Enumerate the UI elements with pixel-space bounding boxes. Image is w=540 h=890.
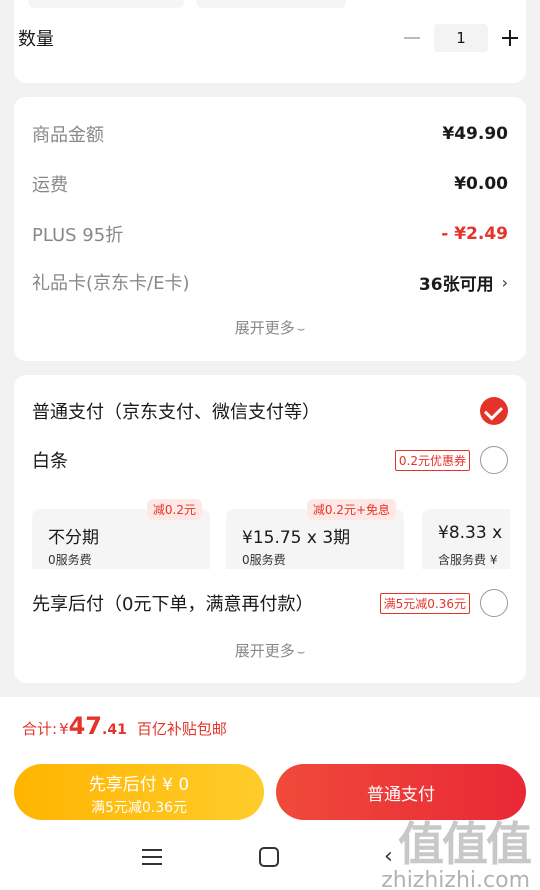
expand-more-label: 展开更多: [234, 319, 295, 337]
summary-row: PLUS 95折 - ¥2.49: [32, 221, 508, 247]
total-line: 合计: ¥ 47 .41 百亿补贴包邮: [22, 712, 227, 740]
plus-icon[interactable]: [498, 26, 522, 50]
payment-later-row[interactable]: 先享后付（0元下单，满意再付款） 满5元减0.36元: [32, 589, 508, 617]
normal-pay-label: 普通支付: [367, 784, 435, 805]
plan-tag: 减0.2元: [146, 499, 202, 520]
gift-card-label: 礼品卡(京东卡/E卡): [32, 273, 190, 294]
total-integer: 47: [68, 712, 103, 740]
minus-icon[interactable]: [400, 26, 424, 50]
payment-baitiao-row[interactable]: 白条 0.2元优惠券: [32, 446, 508, 474]
option-chip-stub: [196, 0, 346, 8]
coupon-badge: 满5元减0.36元: [379, 592, 470, 614]
payment-card: 普通支付（京东支付、微信支付等） 白条 0.2元优惠券 减0.2元 不分期 0服…: [14, 375, 526, 683]
pay-later-promo: 满5元减0.36元: [90, 800, 188, 816]
total-label: 合计:: [22, 720, 58, 738]
installment-plan[interactable]: 减0.2元 不分期 0服务费: [32, 499, 210, 569]
currency-symbol: ¥: [59, 720, 69, 738]
subsidy-text: 百亿补贴包邮: [136, 720, 227, 738]
option-chip-stub: [28, 0, 184, 8]
quantity-row: 数量 1: [18, 24, 522, 52]
watermark-text: zhizhizhi.com: [381, 868, 530, 890]
check-icon[interactable]: [480, 397, 508, 425]
plan-fee: 0服务费: [242, 553, 286, 567]
pay-later-button[interactable]: 先享后付 ¥ 0 满5元减0.36元: [14, 764, 264, 820]
summary-row: 运费 ¥0.00: [32, 171, 508, 197]
gift-card-value: 36张可用: [418, 274, 494, 295]
plan-title: 不分期: [48, 528, 99, 548]
plan-fee: 含服务费 ¥: [438, 553, 498, 567]
watermark-logo: 值值值: [398, 817, 532, 871]
payment-baitiao-label: 白条: [32, 451, 68, 472]
plan-tag: 减0.2元+免息: [306, 499, 396, 520]
goods-amount-label: 商品金额: [32, 125, 104, 146]
expand-more-label: 展开更多: [234, 642, 295, 660]
plan-fee: 0服务费: [48, 553, 92, 567]
price-summary-card: 商品金额 ¥49.90 运费 ¥0.00 PLUS 95折 - ¥2.49 礼品…: [14, 97, 526, 361]
expand-more-button[interactable]: 展开更多 ⌣: [14, 640, 526, 661]
menu-icon[interactable]: [142, 848, 162, 866]
quantity-input[interactable]: 1: [434, 24, 488, 52]
payment-normal-label: 普通支付（京东支付、微信支付等）: [32, 402, 320, 423]
chevron-down-icon: ⌣: [296, 322, 306, 337]
shipping-value: ¥0.00: [454, 174, 508, 194]
plus-discount-label: PLUS 95折: [32, 225, 124, 246]
installment-plan[interactable]: ¥8.33 x 含服务费 ¥: [422, 509, 510, 569]
installment-plan[interactable]: 减0.2元+免息 ¥15.75 x 3期 0服务费: [226, 499, 404, 569]
plan-title: ¥15.75 x 3期: [242, 528, 351, 548]
shipping-label: 运费: [32, 175, 68, 196]
chevron-right-icon: ›: [501, 272, 508, 292]
plus-discount-value: - ¥2.49: [441, 224, 508, 244]
home-icon[interactable]: [259, 847, 279, 867]
gift-card-row[interactable]: 礼品卡(京东卡/E卡) 36张可用 ›: [32, 269, 508, 295]
radio-button[interactable]: [480, 589, 508, 617]
total-decimal: .41: [102, 722, 127, 738]
installment-plans: 减0.2元 不分期 0服务费 减0.2元+免息 ¥15.75 x 3期 0服务费…: [32, 499, 510, 569]
pay-later-label: 先享后付 ¥ 0: [88, 775, 190, 795]
summary-row: 商品金额 ¥49.90: [32, 121, 508, 147]
watermark: 值值值 zhizhizhi.com: [381, 808, 532, 890]
payment-normal-row[interactable]: 普通支付（京东支付、微信支付等）: [32, 397, 508, 425]
plan-title: ¥8.33 x: [438, 523, 503, 543]
radio-button[interactable]: [480, 446, 508, 474]
quantity-label: 数量: [18, 29, 54, 50]
expand-more-button[interactable]: 展开更多 ⌣: [14, 317, 526, 338]
quantity-stepper: 1: [400, 24, 522, 52]
goods-amount-value: ¥49.90: [442, 124, 508, 144]
payment-later-label: 先享后付（0元下单，满意再付款）: [32, 594, 314, 615]
coupon-badge: 0.2元优惠券: [394, 449, 470, 471]
chevron-down-icon: ⌣: [296, 645, 306, 660]
